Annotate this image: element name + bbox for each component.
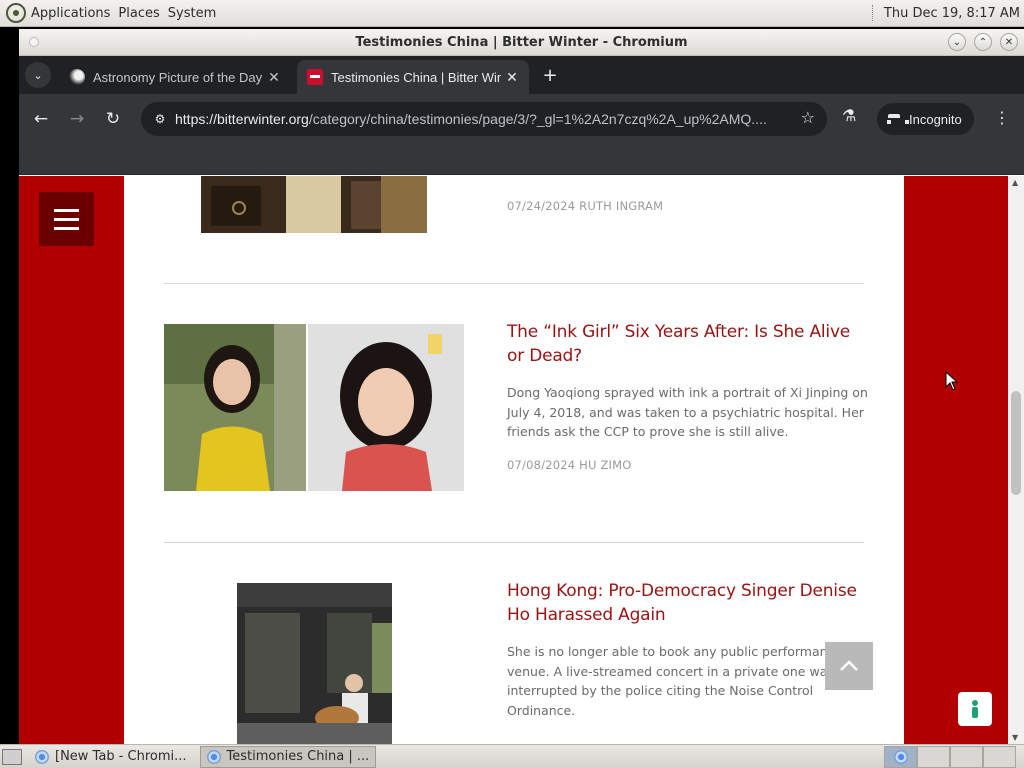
address-bar[interactable]: ⚙ https://bitterwinter.org/category/chin…: [141, 102, 827, 136]
incognito-icon: [887, 114, 909, 124]
workspace-switcher: [884, 745, 1016, 768]
show-desktop-button[interactable]: [2, 748, 22, 765]
new-tab-button[interactable]: +: [539, 64, 561, 86]
taskbar-item-testimonies[interactable]: Testimonies China | ...: [199, 745, 377, 768]
accessibility-icon: [972, 700, 978, 718]
article-excerpt: Dong Yaoqiong sprayed with ink a portrai…: [507, 385, 868, 439]
taskbar-item-new-tab[interactable]: [New Tab - Chromi...: [28, 746, 194, 768]
chromium-icon: [893, 749, 908, 764]
bookmark-star-icon[interactable]: ☆: [801, 108, 815, 127]
forward-button[interactable]: →: [63, 105, 91, 133]
system-menu[interactable]: System: [168, 6, 216, 21]
chromium-icon: [35, 749, 49, 764]
scroll-to-top-button[interactable]: [825, 642, 873, 690]
workspace-1[interactable]: [884, 745, 917, 768]
chevron-up-icon: [840, 660, 858, 671]
browser-toolbar: ← → ↻ ⚙ https://bitterwinter.org/categor…: [19, 94, 1024, 144]
apod-favicon-icon: [69, 69, 85, 85]
panel-separator: [871, 5, 874, 21]
window-title: Testimonies China | Bitter Winter - Chro…: [355, 34, 688, 50]
article-divider: [164, 283, 864, 284]
bookmark-bar: [19, 144, 1024, 175]
applications-menu[interactable]: Applications: [31, 6, 110, 21]
workspace-4[interactable]: [983, 745, 1016, 768]
article-title-link[interactable]: Hong Kong: Pro-Democracy Singer Denise H…: [507, 579, 867, 627]
incognito-indicator[interactable]: Incognito: [877, 103, 974, 135]
tab-apod[interactable]: Astronomy Picture of the Day ✕: [59, 60, 291, 94]
window-controls: ⌄ ⌃ ✕: [948, 33, 1018, 51]
mouse-cursor-icon: [945, 371, 959, 391]
tab-title: Testimonies China | Bitter Winter: [331, 69, 501, 85]
window-menu-icon[interactable]: [29, 37, 39, 47]
tab-title: Astronomy Picture of the Day: [93, 69, 263, 85]
labs-flask-icon[interactable]: ⚗: [842, 106, 856, 125]
bottom-panel: [New Tab - Chromi... Testimonies China |…: [0, 744, 1024, 768]
back-button[interactable]: ←: [27, 105, 55, 133]
content-column: 07/24/2024 RUTH INGRAM The “Ink Girl” Si…: [124, 176, 904, 744]
accessibility-widget-button[interactable]: [958, 692, 992, 726]
task-label: [New Tab - Chromi...: [55, 749, 187, 764]
scroll-down-arrow-icon[interactable]: ▼: [1012, 733, 1018, 742]
task-label: Testimonies China | ...: [226, 749, 370, 764]
scrollbar-thumb[interactable]: [1011, 391, 1021, 495]
window-titlebar[interactable]: Testimonies China | Bitter Winter - Chro…: [19, 29, 1024, 56]
page-scrollbar[interactable]: ▲ ▼: [1008, 176, 1024, 744]
url-path: /category/china/testimonies/page/3/?_gl=…: [308, 111, 767, 127]
article-thumbnail[interactable]: [164, 324, 464, 491]
reload-button[interactable]: ↻: [99, 105, 127, 133]
right-red-margin: [904, 176, 1008, 744]
chrome-menu-icon[interactable]: ⋮: [994, 108, 1010, 127]
clock[interactable]: Thu Dec 19, 8:17 AM: [884, 6, 1020, 21]
top-panel: Applications Places System Thu Dec 19, 8…: [0, 0, 1024, 27]
url-text[interactable]: https://bitterwinter.org/category/china/…: [175, 111, 785, 127]
incognito-label: Incognito: [909, 111, 962, 127]
url-host: https://bitterwinter.org: [175, 111, 309, 127]
article-meta: 07/08/2024 HU ZIMO: [507, 458, 632, 472]
tab-search-button[interactable]: ⌄: [25, 62, 51, 88]
article-thumbnail[interactable]: [237, 583, 392, 744]
bitter-winter-favicon-icon: [307, 69, 323, 85]
scroll-up-arrow-icon[interactable]: ▲: [1012, 178, 1018, 187]
article-meta: 07/24/2024 RUTH INGRAM: [507, 199, 664, 213]
maximize-button[interactable]: ⌃: [974, 33, 992, 51]
tab-bitter-winter[interactable]: Testimonies China | Bitter Winter ✕: [297, 60, 529, 94]
close-window-button[interactable]: ✕: [1000, 33, 1018, 51]
minimize-button[interactable]: ⌄: [948, 33, 966, 51]
workspace-3[interactable]: [950, 745, 983, 768]
article-title-link[interactable]: The “Ink Girl” Six Years After: Is She A…: [507, 320, 867, 368]
article-thumbnail[interactable]: [201, 176, 427, 233]
tab-close-icon[interactable]: ✕: [263, 69, 285, 86]
article-divider: [164, 542, 864, 543]
site-info-icon[interactable]: ⚙: [147, 106, 173, 132]
browser-window: Testimonies China | Bitter Winter - Chro…: [19, 29, 1024, 744]
places-menu[interactable]: Places: [118, 6, 159, 21]
left-red-margin: [19, 176, 124, 744]
tab-close-icon[interactable]: ✕: [501, 69, 523, 86]
page-viewport: 07/24/2024 RUTH INGRAM The “Ink Girl” Si…: [19, 176, 1024, 744]
workspace-2[interactable]: [917, 745, 950, 768]
panel-right: Thu Dec 19, 8:17 AM: [871, 5, 1020, 21]
hamburger-menu-button[interactable]: [39, 192, 94, 246]
distro-logo-icon[interactable]: [6, 3, 26, 23]
tab-strip: ⌄ Astronomy Picture of the Day ✕ Testimo…: [19, 56, 1024, 94]
chromium-icon: [206, 749, 221, 764]
